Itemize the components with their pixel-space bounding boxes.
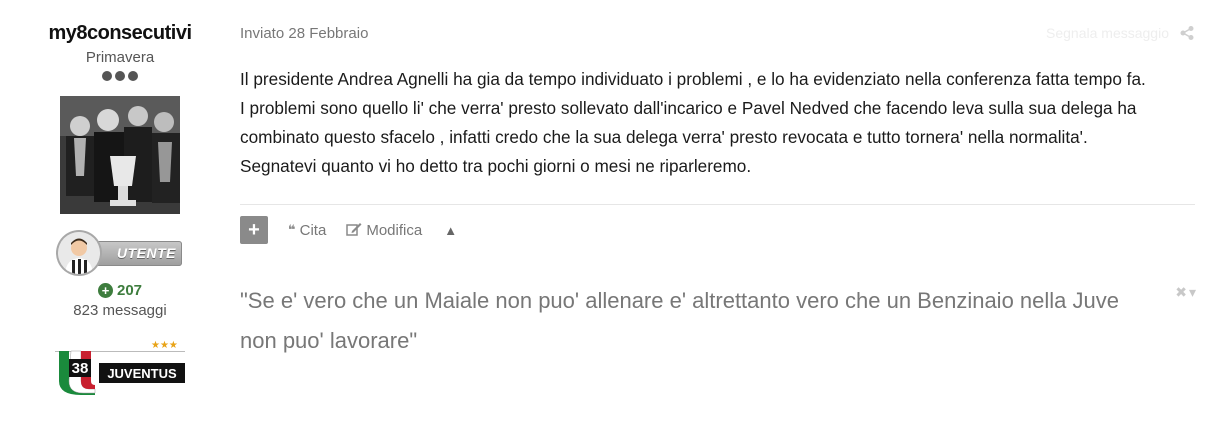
post-meta: Inviato 28 Febbraio Segnala messaggio [240,18,1195,48]
edit-button[interactable]: Modifica [346,222,422,239]
signature-line: "Se e' vero che un Maiale non puo' allen… [240,288,1119,313]
post-divider [240,204,1195,205]
author-name[interactable]: my8consecutivi [40,18,200,48]
share-icon[interactable] [1179,25,1195,41]
rank-pip [115,71,125,81]
edit-icon [346,222,362,239]
post-content: Il presidente Andrea Agnelli ha gia da t… [240,65,1195,181]
signature-options[interactable]: ✖ ▾ [1175,284,1196,301]
post-count: 823 messaggi [73,302,167,319]
plus-circle-icon: + [97,283,113,298]
rank-pip [102,71,112,81]
post-line: I problemi sono quello li' che verra' pr… [240,98,1137,118]
signature-line: non puo' lavorare" [240,328,418,353]
reputation-value: 207 [116,282,143,299]
post-date[interactable]: Inviato 28 Febbraio [240,25,368,42]
scroll-top-icon[interactable]: ▲ [444,223,457,238]
post-line: Segnatevi quanto vi ho detto tra pochi g… [240,156,752,176]
group-badge-label: UTENTE [117,245,176,261]
quote-icon: ❝ [288,222,296,237]
close-icon: ✖ [1175,284,1187,300]
report-link[interactable]: Segnala messaggio [1046,25,1169,41]
quote-button[interactable]: ❝ Cita [288,222,326,239]
rank-pip [128,71,138,81]
logo-number: 38 [72,360,89,377]
author-rank: Primavera [85,49,155,66]
quote-label: Cita [299,221,327,239]
post-line: combinato questo sfacelo , infatti credo… [240,127,1088,147]
edit-label: Modifica [366,221,423,239]
author-panel: my8consecutivi Primavera UTENTE + 207 82… [40,18,200,397]
rank-pips [40,71,200,81]
user-group-icon [58,232,100,274]
multiquote-button[interactable]: + [240,216,268,244]
signature: "Se e' vero che un Maiale non puo' allen… [240,281,1180,361]
reputation[interactable]: + 207 [40,282,200,299]
group-badge: UTENTE [56,232,184,274]
avatar-photo [60,96,180,214]
juventus-logo: ★★★ 38 JUVENTUS [55,337,185,397]
logo-text: JUVENTUS [107,366,177,381]
avatar[interactable] [60,96,180,214]
post-body: Inviato 28 Febbraio Segnala messaggio Il… [240,18,1195,244]
post-controls: + ❝ Cita Modifica ▲ [240,216,1195,244]
post-tools: Segnala messaggio [1046,25,1195,41]
post-line: Il presidente Andrea Agnelli ha gia da t… [240,69,1146,89]
chevron-down-icon: ▾ [1188,284,1196,300]
